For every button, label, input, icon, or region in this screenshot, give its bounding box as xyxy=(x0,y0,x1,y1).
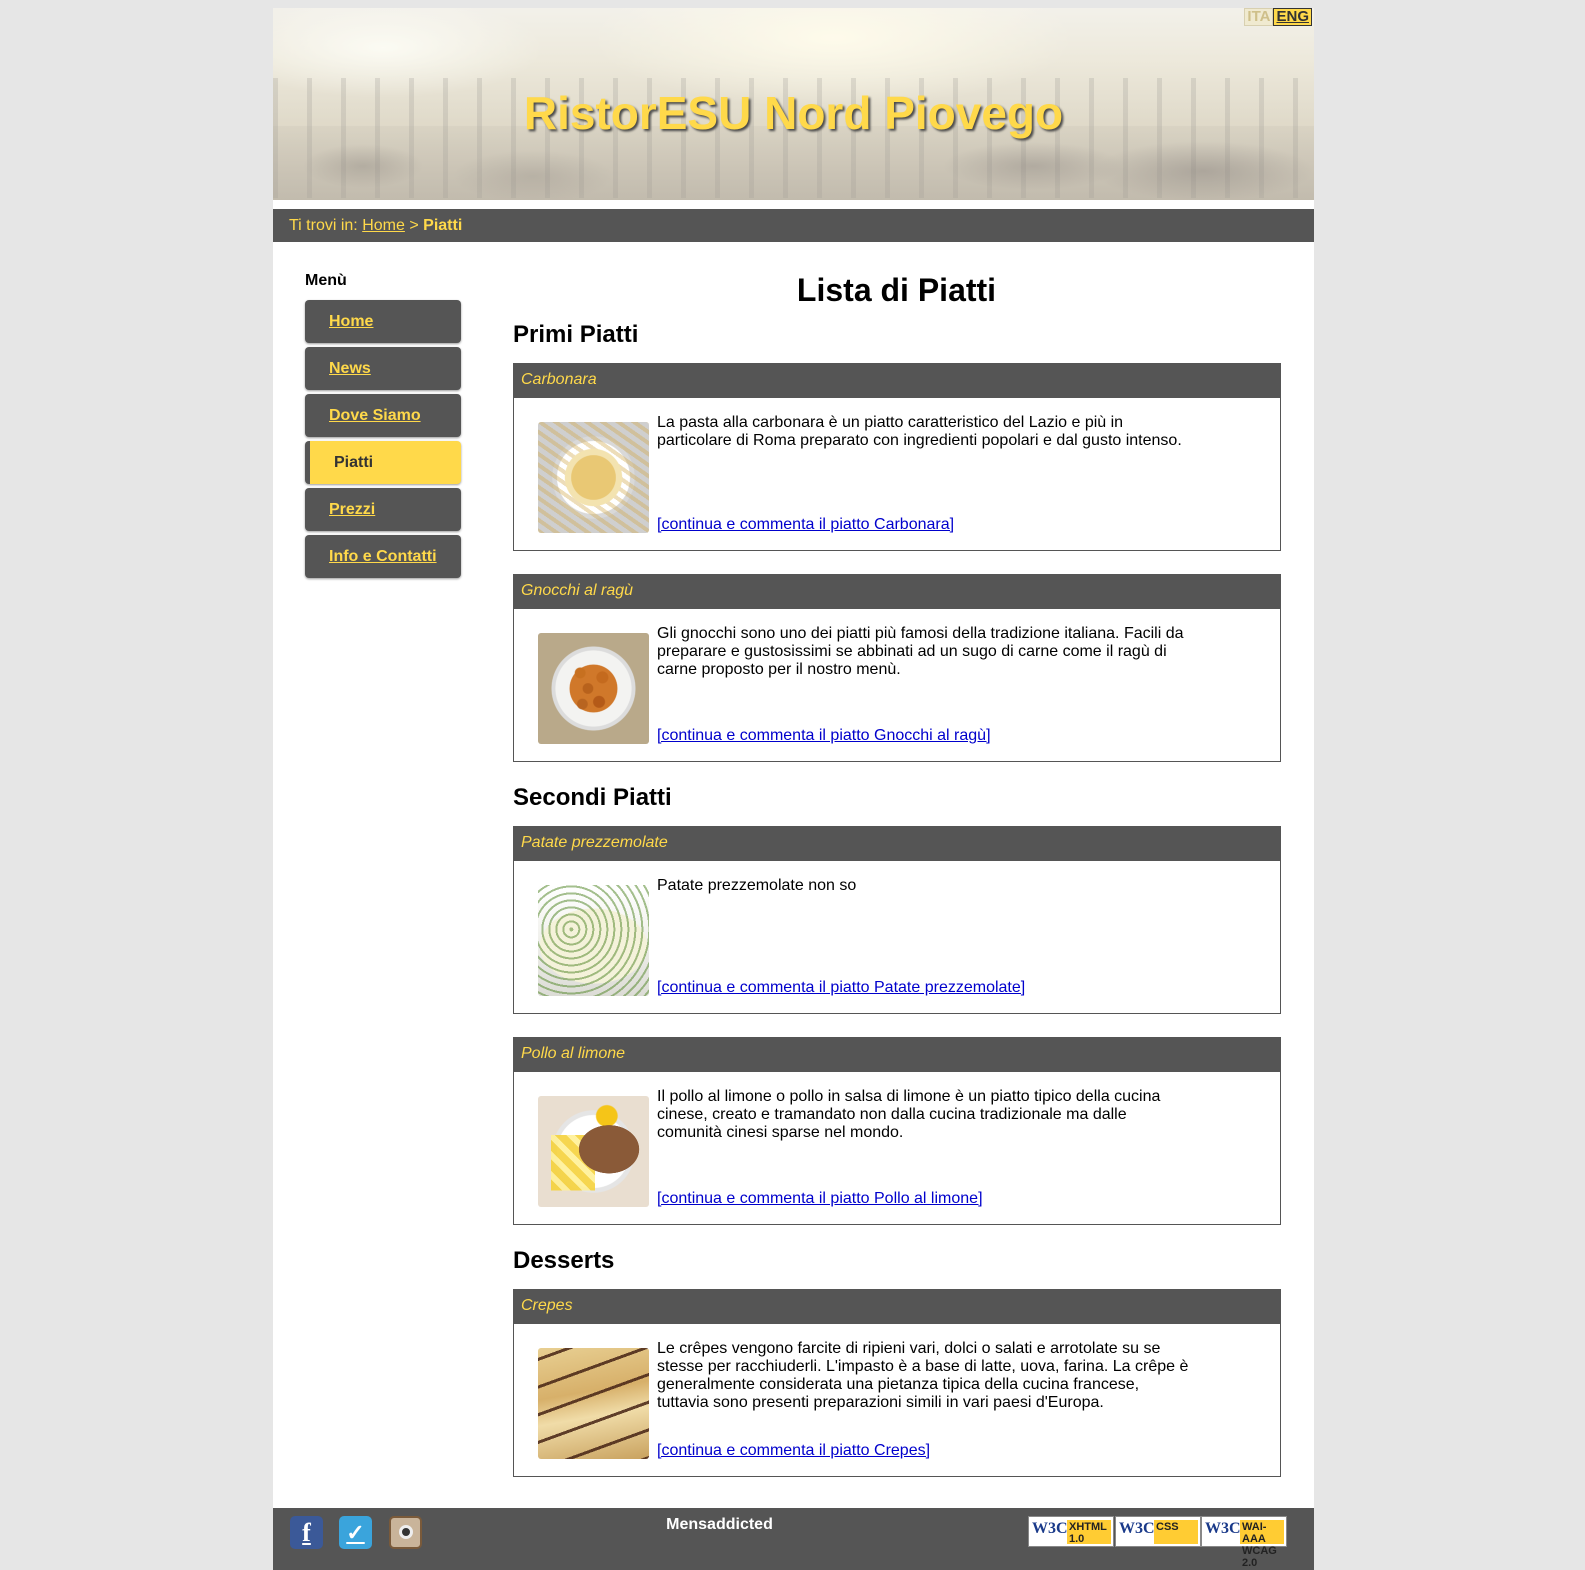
dish-body: Le crêpes vengono farcite di ripieni var… xyxy=(514,1324,1280,1476)
dish-card-pollo: Pollo al limone Il pollo al limone o pol… xyxy=(513,1037,1281,1225)
dish-name: Gnocchi al ragù xyxy=(514,575,1280,609)
menu-link-info-contatti[interactable]: Info e Contatti xyxy=(329,548,437,565)
breadcrumb-current: Piatti xyxy=(423,217,463,234)
badge-tag: CSS xyxy=(1154,1520,1198,1544)
dish-comment-link[interactable]: [continua e commenta il piatto Crepes] xyxy=(657,1442,930,1460)
sidebar-menu: Home News Dove Siamo Piatti Prezzi Info … xyxy=(305,300,461,582)
breadcrumb: Ti trovi in: Home > Piatti xyxy=(273,209,1314,242)
menu-link-dove-siamo[interactable]: Dove Siamo xyxy=(329,407,421,424)
dish-description: La pasta alla carbonara è un piatto cara… xyxy=(657,414,1182,449)
w3c-logo: W3C xyxy=(1119,1520,1155,1537)
menu-title: Menù xyxy=(305,272,347,289)
w3c-logo: W3C xyxy=(1032,1520,1068,1537)
dish-body: Gli gnocchi sono uno dei piatti più famo… xyxy=(514,609,1280,761)
breadcrumb-prefix: Ti trovi in: xyxy=(289,217,358,234)
gnocchi-photo xyxy=(538,633,649,744)
carbonara-photo xyxy=(538,422,649,533)
menu-item-home[interactable]: Home xyxy=(305,300,461,343)
dish-comment-link[interactable]: [continua e commenta il piatto Patate pr… xyxy=(657,979,1025,997)
dish-body: La pasta alla carbonara è un piatto cara… xyxy=(514,398,1280,550)
menu-item-prezzi[interactable]: Prezzi xyxy=(305,488,461,531)
dish-name: Pollo al limone xyxy=(514,1038,1280,1072)
dish-description: Il pollo al limone o pollo in salsa di l… xyxy=(657,1088,1161,1141)
dish-card-carbonara: Carbonara La pasta alla carbonara è un p… xyxy=(513,363,1281,551)
menu-item-info-contatti[interactable]: Info e Contatti xyxy=(305,535,461,578)
w3c-css-badge[interactable]: W3C CSS xyxy=(1115,1516,1201,1547)
menu-item-dove-siamo[interactable]: Dove Siamo xyxy=(305,394,461,437)
dish-body: Il pollo al limone o pollo in salsa di l… xyxy=(514,1072,1280,1224)
dish-name: Patate prezzemolate xyxy=(514,827,1280,861)
w3c-logo: W3C xyxy=(1205,1520,1241,1537)
section-title-desserts: Desserts xyxy=(513,1247,615,1274)
section-title-primi: Primi Piatti xyxy=(513,321,639,348)
breadcrumb-home-link[interactable]: Home xyxy=(362,217,405,234)
menu-item-piatti-current: Piatti xyxy=(305,441,461,484)
dish-card-crepes: Crepes Le crêpes vengono farcite di ripi… xyxy=(513,1289,1281,1477)
w3c-wai-badge[interactable]: W3C WAI-AAA WCAG 2.0 xyxy=(1201,1516,1287,1569)
dish-name: Carbonara xyxy=(514,364,1280,398)
menu-link-prezzi[interactable]: Prezzi xyxy=(329,501,375,518)
menu-link-home[interactable]: Home xyxy=(329,313,373,330)
breadcrumb-separator: > xyxy=(409,217,419,234)
dish-body: Patate prezzemolate non so [continua e c… xyxy=(514,861,1280,1013)
patate-photo xyxy=(538,885,649,996)
page-title: Lista di Piatti xyxy=(796,272,997,308)
dish-name: Crepes xyxy=(514,1290,1280,1324)
dish-comment-link[interactable]: [continua e commenta il piatto Pollo al … xyxy=(657,1190,983,1208)
dish-description: Patate prezzemolate non so xyxy=(657,877,857,894)
pollo-photo xyxy=(538,1096,649,1207)
section-title-secondi: Secondi Piatti xyxy=(513,784,672,811)
site-footer: f ✓ Mensaddicted W3C XHTML 1.0 W3C CSS W… xyxy=(273,1508,1314,1570)
menu-item-news[interactable]: News xyxy=(305,347,461,390)
language-switch: ITA ENG xyxy=(1244,8,1312,26)
dish-card-gnocchi: Gnocchi al ragù Gli gnocchi sono uno dei… xyxy=(513,574,1281,762)
dish-description: Le crêpes vengono farcite di ripieni var… xyxy=(657,1340,1189,1411)
language-ita[interactable]: ITA xyxy=(1244,8,1274,26)
dish-description: Gli gnocchi sono uno dei piatti più famo… xyxy=(657,625,1184,678)
site-header: RistorESU Nord Piovego ITA ENG xyxy=(273,8,1314,200)
dish-card-patate: Patate prezzemolate Patate prezzemolate … xyxy=(513,826,1281,1014)
w3c-xhtml-badge[interactable]: W3C XHTML 1.0 xyxy=(1028,1516,1114,1547)
language-eng-link[interactable]: ENG xyxy=(1273,8,1312,26)
crepes-photo xyxy=(538,1348,649,1459)
badge-tag: XHTML 1.0 xyxy=(1067,1520,1111,1545)
page-container: RistorESU Nord Piovego ITA ENG Ti trovi … xyxy=(273,8,1314,1570)
site-title: RistorESU Nord Piovego xyxy=(523,87,1064,139)
dish-comment-link[interactable]: [continua e commenta il piatto Carbonara… xyxy=(657,516,954,534)
dish-comment-link[interactable]: [continua e commenta il piatto Gnocchi a… xyxy=(657,727,991,745)
menu-link-news[interactable]: News xyxy=(329,360,371,377)
badge-tag: WAI-AAA WCAG 2.0 xyxy=(1240,1520,1284,1569)
